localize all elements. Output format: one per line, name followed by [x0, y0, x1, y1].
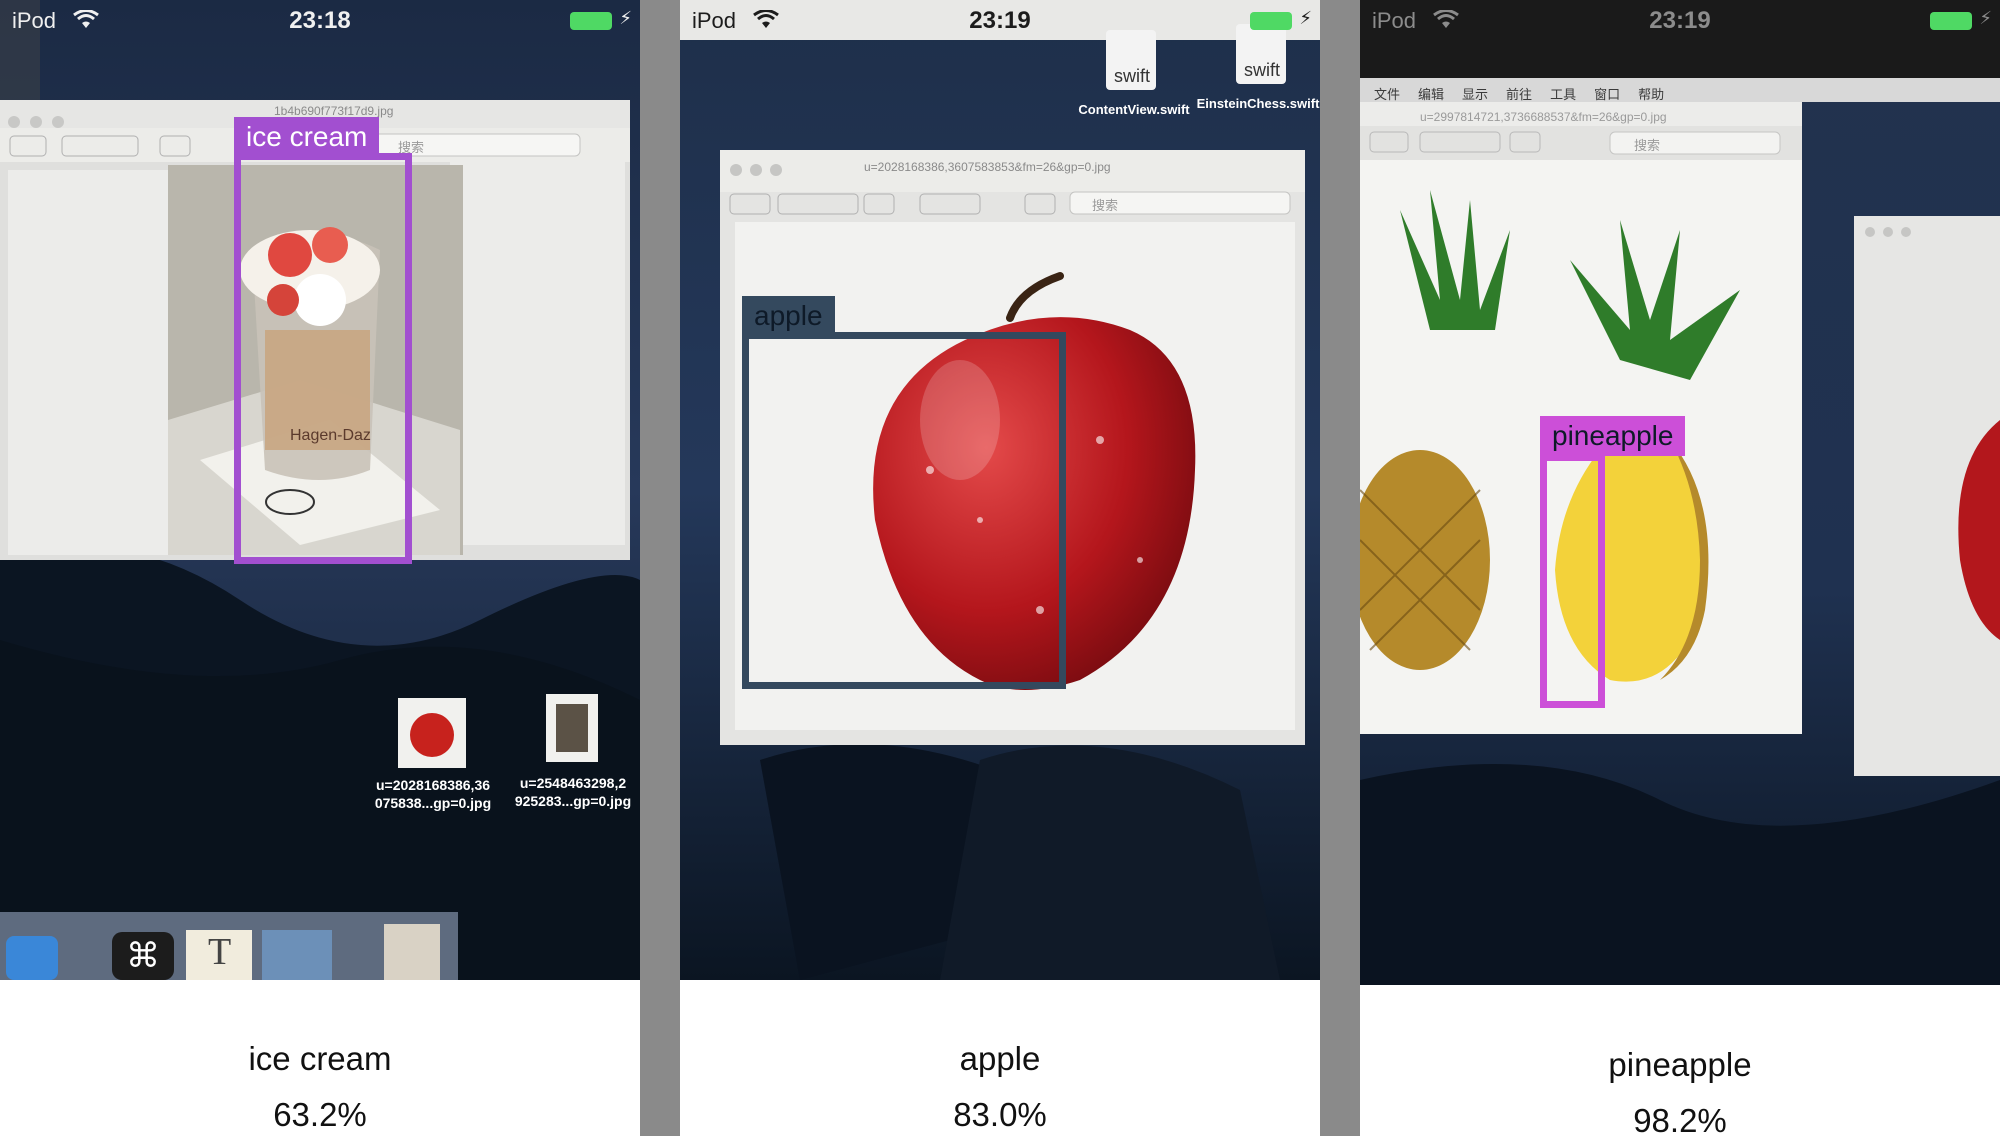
result-name: ice cream [248, 1040, 392, 1077]
clock: 23:19 [1649, 7, 1711, 34]
preview-search-field: 搜索 [1092, 198, 1119, 213]
result-confidence: 63.2% [273, 1096, 367, 1133]
menu-item-go[interactable]: 前往 [1506, 84, 1532, 103]
clock: 23:18 [289, 7, 351, 34]
result-name: pineapple [1608, 1046, 1752, 1083]
phone-screen-pineapple: 文件 编辑 显示 前往 工具 窗口 帮助 u=2997814721,373668… [1360, 0, 2000, 1136]
detection-box [742, 332, 1066, 689]
phone-screen-apple: swift swift ContentView.swift EinsteinCh… [680, 0, 1320, 1136]
status-bar: iPod 23:18 ⚡ [0, 0, 640, 42]
status-bar: iPod 23:19 ⚡ [680, 0, 1320, 42]
battery-icon [570, 12, 612, 30]
phone-screen-ice-cream: Hagen-Daz u=2028168386,36 075838...gp=0.… [0, 0, 640, 1136]
battery-icon [1930, 12, 1972, 30]
file-label-contentview: ContentView.swift [1078, 102, 1190, 117]
swift-file-icon: swift [1244, 60, 1280, 80]
camera-preview: Hagen-Daz u=2028168386,36 075838...gp=0.… [0, 0, 640, 980]
file-label-apple-image: u=2028168386,36 075838...gp=0.jpg [374, 777, 492, 811]
camera-preview: 文件 编辑 显示 前往 工具 窗口 帮助 u=2997814721,373668… [1360, 0, 2000, 985]
dock-acrobat-icon: ⌘ [126, 937, 160, 975]
panel-divider [1320, 0, 1360, 1136]
camera-preview: swift swift ContentView.swift EinsteinCh… [680, 0, 1320, 980]
menu-item-tools[interactable]: 工具 [1550, 84, 1576, 103]
menu-item-help[interactable]: 帮助 [1638, 84, 1664, 103]
menu-item-file[interactable]: 文件 [1374, 84, 1400, 103]
detection-label: apple [742, 296, 835, 336]
preview-window-title: 1b4b690f773f17d9.jpg [274, 104, 394, 118]
detection-box [234, 153, 412, 564]
menu-bar: 文件 编辑 显示 前往 工具 窗口 帮助 [1374, 84, 1664, 103]
menu-item-window[interactable]: 窗口 [1594, 84, 1620, 103]
result-confidence: 83.0% [953, 1096, 1047, 1133]
detection-box [1540, 454, 1605, 708]
detection-label: pineapple [1540, 416, 1686, 456]
battery-icon [1250, 12, 1292, 30]
charging-icon: ⚡ [1979, 8, 1992, 28]
file-label-cake-image: u=2548463298,2 925283...gp=0.jpg [514, 775, 632, 809]
preview-window-title: u=2997814721,3736688537&fm=26&gp=0.jpg [1420, 110, 1667, 124]
file-label-einsteinchess: EinsteinChess.swift [1196, 96, 1320, 111]
charging-icon: ⚡ [1299, 8, 1312, 28]
swift-file-icon: swift [1114, 66, 1150, 86]
result-confidence: 98.2% [1633, 1102, 1727, 1136]
menu-item-view[interactable]: 显示 [1462, 84, 1488, 103]
camera-scene [1360, 0, 2000, 985]
status-bar: iPod 23:19 ⚡ [1360, 0, 2000, 42]
dock-textedit-icon: T [208, 931, 232, 973]
panel-divider [640, 0, 680, 1136]
preview-window-title: u=2028168386,3607583853&fm=26&gp=0.jpg [864, 160, 1111, 174]
preview-search-field: 搜索 [1634, 138, 1661, 153]
detection-label: ice cream [234, 117, 380, 157]
charging-icon: ⚡ [619, 8, 632, 28]
clock: 23:19 [969, 7, 1031, 34]
menu-item-edit[interactable]: 编辑 [1418, 84, 1444, 103]
result-name: apple [959, 1040, 1041, 1077]
